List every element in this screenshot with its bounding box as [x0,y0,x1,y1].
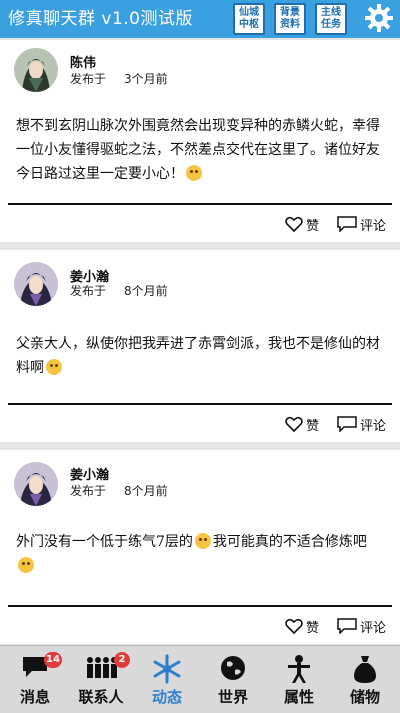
post-divider [8,203,392,205]
like-button[interactable]: 赞 [285,617,319,636]
city-hub-button[interactable]: 仙城中枢 [233,3,265,35]
post-meta: 发布于 8个月前 [70,284,168,298]
contacts-badge: 2 [114,652,130,668]
post-actions: 赞 评论 [267,413,386,435]
gear-icon[interactable] [364,3,394,33]
person-icon [288,655,310,683]
feed-post: 姜小瀚 发布于 8个月前 父亲大人，纵使你把我弄进了赤霄剑派，我也不是修仙的材料啊… [0,250,400,442]
post-divider [8,403,392,405]
feed-post: 姜小瀚 发布于 8个月前 外门没有一个低于练气7层的 我可能真的不适合修炼吧 赞 评… [0,450,400,644]
nav-contacts[interactable]: 2 联系人 [68,646,134,713]
avatar[interactable] [14,48,58,92]
post-meta: 发布于 8个月前 [70,484,168,498]
messages-badge: 14 [44,652,62,668]
people-icon [87,657,117,678]
feed-snowflake-icon [153,654,181,684]
post-actions: 赞 评论 [267,213,386,235]
nav-storage[interactable]: 储物 [332,646,398,713]
comment-icon [337,618,357,634]
comment-icon [337,416,357,432]
app-title: 修真聊天群 v1.0测试版 [8,9,193,29]
post-actions: 赞 评论 [267,615,386,637]
post-divider [8,605,392,607]
heart-icon [285,216,303,232]
comment-button[interactable]: 评论 [337,215,386,234]
nav-world[interactable]: 世界 [200,646,266,713]
like-button[interactable]: 赞 [285,415,319,434]
comment-button[interactable]: 评论 [337,617,386,636]
like-button[interactable]: 赞 [285,215,319,234]
post-meta: 发布于 3个月前 [70,70,168,87]
app-header: 修真聊天群 v1.0测试版 仙城中枢 背景资料 主线任务 [0,0,400,38]
posted-prefix: 发布于 [70,72,107,86]
sad-emoji-icon [194,533,211,549]
main-quest-button[interactable]: 主线任务 [315,3,347,35]
post-time: 3个月前 [124,72,168,86]
feed-post: 陈伟 发布于 3个月前 想不到玄阴山脉次外围竟然会出现变异种的赤鳞火蛇，幸得一位小… [0,40,400,242]
post-author[interactable]: 姜小瀚 [70,464,109,483]
post-content: 父亲大人，纵使你把我弄进了赤霄剑派，我也不是修仙的材料啊 [16,336,380,376]
comment-button[interactable]: 评论 [337,415,386,434]
sad-emoji-icon [18,557,34,573]
globe-icon [221,656,245,680]
smile-emoji-icon [186,165,202,181]
nav-attributes[interactable]: 属性 [266,646,332,713]
bottom-nav: 14 消息 2 联系人 动态 世界 属性 储物 [0,645,400,713]
nav-messages[interactable]: 14 消息 [2,646,68,713]
avatar[interactable] [14,262,58,306]
heart-icon [285,618,303,634]
post-content: 外门没有一个低于练气7层的 我可能真的不适合修炼吧 [16,530,386,578]
post-author[interactable]: 陈伟 [70,52,96,71]
comment-icon [337,216,357,232]
bag-icon [354,656,376,683]
heart-icon [285,416,303,432]
post-content: 想不到玄阴山脉次外围竟然会出现变异种的赤鳞火蛇，幸得一位小友懂得驱蛇之法，不然差… [16,118,380,182]
background-info-button[interactable]: 背景资料 [274,3,306,35]
cry-emoji-icon [46,359,62,375]
avatar[interactable] [14,462,58,506]
nav-feed[interactable]: 动态 [134,646,200,713]
